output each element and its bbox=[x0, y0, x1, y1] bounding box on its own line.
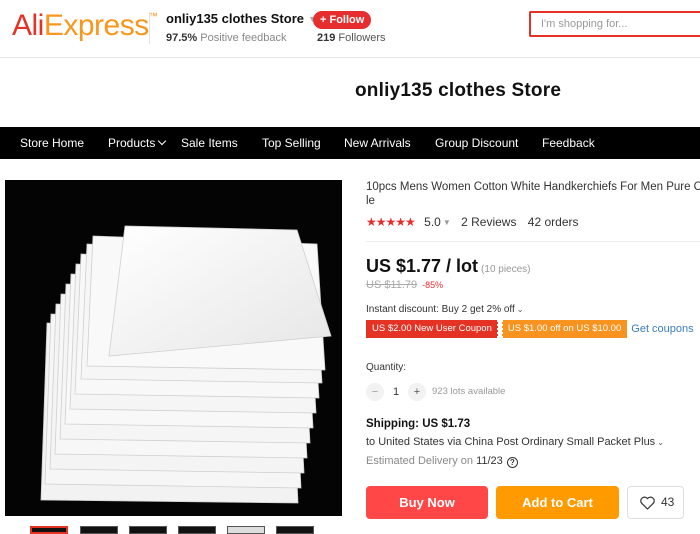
store-name-label: onliy135 clothes Store bbox=[166, 11, 304, 26]
nav-products[interactable]: Products bbox=[108, 127, 167, 159]
quantity-increase-button[interactable]: + bbox=[408, 383, 426, 401]
top-header: AliExpress™ onliy135 clothes Store▼ 97.5… bbox=[0, 0, 700, 58]
positive-feedback: 97.5% Positive feedback bbox=[166, 32, 286, 44]
logo-ali: Ali bbox=[12, 9, 44, 42]
shipping-method-text: to United States via China Post Ordinary… bbox=[366, 436, 656, 448]
get-coupons-link[interactable]: Get coupons bbox=[631, 320, 693, 338]
aliexpress-logo[interactable]: AliExpress™ bbox=[12, 9, 158, 43]
shipping-method[interactable]: to United States via China Post Ordinary… bbox=[366, 436, 664, 448]
chevron-down-icon bbox=[158, 136, 167, 146]
discount-badge: -85% bbox=[422, 280, 444, 290]
lots-available: 923 lots available bbox=[432, 386, 506, 397]
instant-discount[interactable]: Instant discount: Buy 2 get 2% off ⌄ bbox=[366, 304, 524, 315]
thumbnail-2[interactable] bbox=[80, 526, 118, 534]
caret-down-icon[interactable]: ▼ bbox=[443, 218, 451, 227]
divider bbox=[366, 241, 700, 242]
thumbnail-4[interactable] bbox=[178, 526, 216, 534]
quantity-decrease-button[interactable]: − bbox=[366, 383, 384, 401]
nav-sale-items[interactable]: Sale Items bbox=[181, 127, 238, 159]
nav-feedback[interactable]: Feedback bbox=[542, 127, 595, 159]
buy-now-button[interactable]: Buy Now bbox=[366, 486, 488, 519]
old-price-row: US $11.79 -85% bbox=[366, 279, 443, 291]
new-user-coupon[interactable]: US $2.00 New User Coupon bbox=[366, 320, 499, 338]
delivery-label: Estimated Delivery on bbox=[366, 455, 473, 467]
nav-store-home[interactable]: Store Home bbox=[20, 127, 84, 159]
shipping-cost: Shipping: US $1.73 bbox=[366, 418, 471, 430]
search-input[interactable]: I'm shopping for... bbox=[529, 11, 700, 37]
rating-stars-icon: ★★★★★ bbox=[366, 215, 416, 229]
help-icon[interactable]: ? bbox=[506, 457, 518, 468]
follow-button[interactable]: + Follow bbox=[313, 11, 372, 29]
quantity-input[interactable]: 1 bbox=[384, 383, 408, 401]
quantity-label: Quantity: bbox=[366, 362, 407, 373]
heart-icon bbox=[640, 496, 655, 510]
product-title-line1: 10pcs Mens Women Cotton White Handkerchi… bbox=[366, 181, 700, 193]
header-divider bbox=[149, 12, 150, 44]
delivery-date: 11/23 bbox=[476, 455, 503, 467]
product-title-line2: le bbox=[366, 195, 375, 207]
nav-products-label: Products bbox=[108, 136, 156, 150]
store-coupon[interactable]: US $1.00 off on US $10.00 bbox=[500, 320, 628, 338]
estimated-delivery: Estimated Delivery on 11/23? bbox=[366, 455, 518, 468]
price-pieces: (10 pieces) bbox=[481, 264, 531, 275]
coupon-row: US $2.00 New User Coupon US $1.00 off on … bbox=[366, 320, 694, 338]
product-info: 10pcs Mens Women Cotton White Handkerchi… bbox=[366, 180, 700, 519]
product-image[interactable] bbox=[5, 180, 342, 516]
nav-group-discount[interactable]: Group Discount bbox=[435, 127, 518, 159]
positive-feedback-label: Positive feedback bbox=[200, 32, 287, 44]
old-price: US $11.79 bbox=[366, 279, 418, 291]
thumbnail-6[interactable] bbox=[276, 526, 314, 534]
wishlist-button[interactable]: 43 bbox=[627, 486, 684, 519]
rating-row: ★★★★★ 5.0 ▼ 2 Reviews 42 orders bbox=[366, 215, 579, 229]
add-to-cart-button[interactable]: Add to Cart bbox=[496, 486, 619, 519]
followers-label: Followers bbox=[338, 32, 386, 44]
thumbnail-1[interactable] bbox=[30, 526, 68, 534]
nav-new-arrivals[interactable]: New Arrivals bbox=[344, 127, 411, 159]
instant-discount-text: Instant discount: Buy 2 get 2% off bbox=[366, 304, 515, 315]
positive-feedback-value: 97.5% bbox=[166, 32, 198, 44]
handkerchief-stack-image bbox=[40, 225, 332, 504]
rating-value: 5.0 bbox=[424, 215, 441, 229]
orders-count: 42 orders bbox=[527, 215, 579, 229]
store-name-dropdown[interactable]: onliy135 clothes Store▼ bbox=[166, 11, 317, 26]
followers-count: 219 Followers bbox=[317, 32, 386, 44]
price-value: US $1.77 / lot bbox=[366, 256, 479, 276]
store-title: onliy135 clothes Store bbox=[355, 80, 562, 101]
nav-top-selling[interactable]: Top Selling bbox=[262, 127, 321, 159]
wishlist-count: 43 bbox=[661, 495, 675, 509]
price: US $1.77 / lot (10 pieces) bbox=[366, 256, 531, 277]
chevron-down-icon: ⌄ bbox=[516, 305, 524, 314]
reviews-link[interactable]: 2 Reviews bbox=[461, 215, 516, 229]
chevron-down-icon: ⌄ bbox=[657, 438, 664, 447]
store-nav: Store Home Products Sale Items Top Selli… bbox=[0, 127, 700, 159]
thumbnail-strip bbox=[30, 526, 330, 534]
followers-number: 219 bbox=[317, 32, 336, 44]
thumbnail-5[interactable] bbox=[227, 526, 265, 534]
logo-express: Express bbox=[43, 9, 149, 42]
thumbnail-3[interactable] bbox=[129, 526, 167, 534]
quantity-stepper: −1 +923 lots available bbox=[366, 383, 505, 401]
